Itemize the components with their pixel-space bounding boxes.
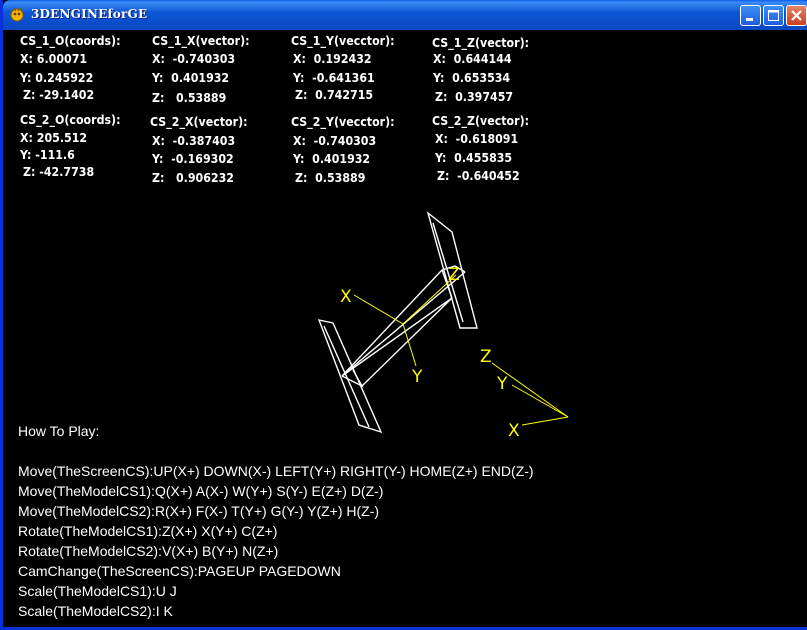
help-line-move-screen: Move(TheScreenCS):UP(X+) DOWN(X-) LEFT(Y… bbox=[18, 463, 534, 479]
help-line-move-model2: Move(TheModelCS2):R(X+) F(X-) T(Y+) G(Y-… bbox=[18, 503, 380, 519]
close-button[interactable] bbox=[786, 5, 807, 26]
app-window: 3DENGINEforGE CS_1_O(coords): X: 6.00071… bbox=[0, 0, 807, 630]
cs2-z-axis-label: Z bbox=[480, 347, 492, 367]
minimize-icon bbox=[746, 18, 753, 21]
cockpit-strut-2 bbox=[361, 297, 453, 387]
help-line-rotate-model2: Rotate(TheModelCS2):V(X+) B(Y+) N(Z+) bbox=[18, 543, 279, 559]
cs1-y-axis-label: Y bbox=[411, 367, 423, 387]
maximize-icon bbox=[768, 10, 779, 21]
help-line-camchange: CamChange(TheScreenCS):PAGEUP PAGEDOWN bbox=[18, 563, 341, 579]
cs1-y-axis-line bbox=[402, 323, 417, 367]
title-bar[interactable]: 3DENGINEforGE bbox=[3, 0, 807, 30]
close-icon bbox=[791, 10, 802, 21]
cs1-z-axis-label: Z bbox=[448, 265, 460, 285]
wireframe-model bbox=[317, 211, 478, 434]
game-controller-icon bbox=[9, 6, 25, 22]
cs1-x-axis-label: X bbox=[340, 287, 352, 307]
help-line-move-model1: Move(TheModelCS1):Q(X+) A(X-) W(Y+) S(Y-… bbox=[18, 483, 384, 499]
cs1-x-axis-line bbox=[353, 294, 404, 325]
cs2-y-axis-label: Y bbox=[496, 374, 508, 394]
help-line-scale-model2: Scale(TheModelCS2):I K bbox=[18, 603, 173, 619]
cs2-y-axis-line bbox=[511, 384, 569, 418]
help-line-rotate-model1: Rotate(TheModelCS1):Z(X+) X(Y+) C(Z+) bbox=[18, 523, 278, 539]
window-title: 3DENGINEforGE bbox=[31, 7, 148, 21]
lower-wing-edge bbox=[323, 325, 370, 428]
cs2-x-axis-line bbox=[521, 416, 569, 426]
cs2-x-axis-label: X bbox=[508, 421, 520, 441]
maximize-button[interactable] bbox=[763, 5, 784, 26]
minimize-button[interactable] bbox=[740, 5, 761, 26]
how-to-play-title: How To Play: bbox=[18, 423, 100, 439]
help-line-scale-model1: Scale(TheModelCS1):U J bbox=[18, 583, 177, 599]
cs2-axes bbox=[491, 362, 569, 426]
cockpit-strut-4 bbox=[341, 297, 453, 377]
game-viewport[interactable]: CS_1_O(coords): X: 6.00071 Y: 0.245922 Z… bbox=[6, 30, 807, 627]
